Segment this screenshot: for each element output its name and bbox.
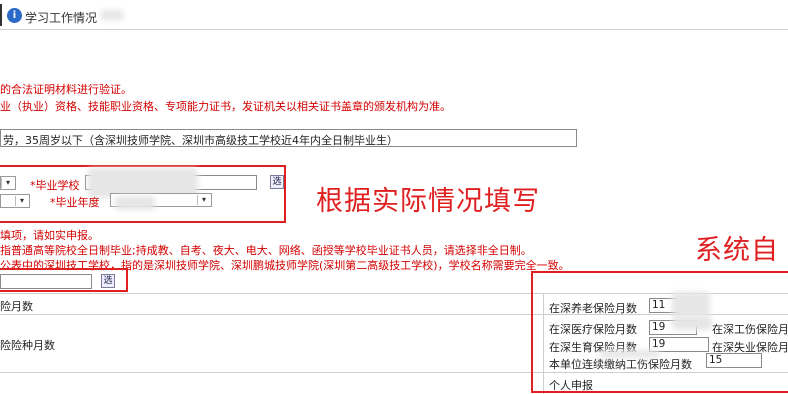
criteria-box: 劳，35周岁以下（含深圳技师学院、深圳市高级技工学校近4年内全日制毕业生）: [0, 129, 577, 147]
section-title: 学习工作情况: [25, 11, 98, 25]
insurance-months-label: 险月数: [0, 300, 33, 313]
graduation-year-label: *毕业年度: [50, 196, 100, 209]
blurred-header-text: [100, 10, 124, 20]
unit-injury-months-label: 本单位连续缴纳工伤保险月数: [549, 358, 692, 371]
school-pick-button[interactable]: 选: [270, 175, 284, 189]
study-mode-select[interactable]: ▾: [0, 194, 30, 208]
annotation-fill-actual: 根据实际情况填写: [316, 186, 540, 217]
insurance-type-months-label: 险险种月数: [0, 339, 55, 352]
education-level-select[interactable]: ▾: [0, 176, 16, 190]
personal-declare-label: 个人申报: [549, 379, 593, 392]
header-underline: [0, 29, 788, 30]
header-left-divider: [0, 4, 2, 26]
blurred-pension: [672, 292, 710, 316]
blurred-medical: [672, 316, 712, 330]
blurred-year: [115, 196, 155, 210]
pension-months-label: 在深养老保险月数: [549, 302, 637, 315]
injury-months-label: 在深工伤保险月: [712, 323, 788, 336]
chevron-down-icon: ▾: [197, 195, 210, 205]
info-icon: i: [7, 8, 22, 23]
tech-school-input[interactable]: [0, 274, 92, 289]
notice-line-1: 的合法证明材料进行验证。: [0, 83, 132, 96]
instruction-line-2: 指普通高等院校全日制毕业;持成教、自考、夜大、电大、网络、函授等学校毕业证书人员…: [0, 244, 532, 257]
medical-months-label: 在深医疗保险月数: [549, 323, 637, 336]
criteria-text: 劳，35周岁以下（含深圳技师学院、深圳市高级技工学校近4年内全日制毕业生）: [3, 134, 398, 147]
chevron-down-icon: ▾: [1, 178, 14, 188]
tech-school-pick-button[interactable]: 选: [101, 274, 115, 288]
unit-injury-months-field: 15: [706, 353, 762, 368]
instruction-line-1: 填项，请如实申报。: [0, 229, 99, 242]
chevron-down-icon: ▾: [15, 196, 28, 206]
annotation-system-auto: 系统自: [695, 235, 779, 266]
notice-line-2: 业（执业）资格、技能职业资格、专项能力证书，发证机关以相关证书盖章的颁发机构为准…: [0, 100, 451, 113]
blurred-unit-text: [600, 350, 660, 358]
graduation-school-label: *毕业学校: [30, 179, 80, 192]
